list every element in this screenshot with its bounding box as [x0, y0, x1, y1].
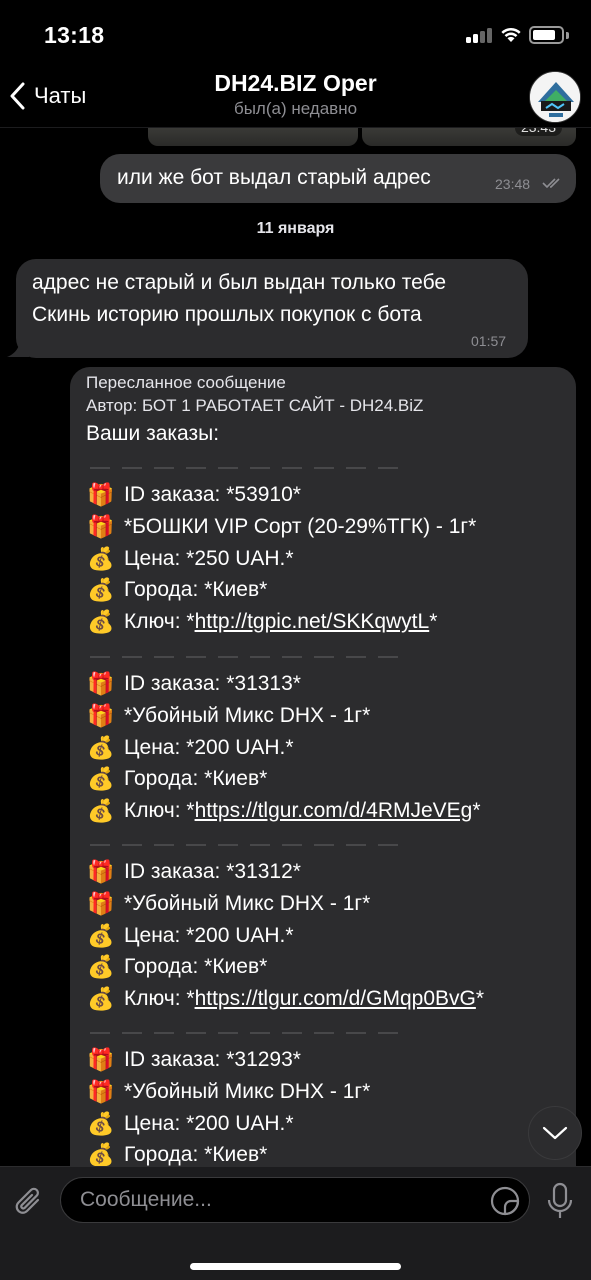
order-price-line: 💰 Цена: *200 UAH.* — [87, 923, 294, 948]
double-check-icon — [542, 178, 560, 189]
paperclip-icon[interactable] — [14, 1185, 46, 1219]
forwarded-label: Пересланное сообщение — [86, 373, 286, 392]
money-bag-icon: 💰 — [87, 1111, 115, 1136]
order-city-line: 💰 Города: *Киев* — [87, 1142, 268, 1166]
order-city-line: 💰 Города: *Киев* — [87, 577, 268, 602]
avatar[interactable] — [529, 71, 581, 123]
order-city-line: 💰 Города: *Киев* — [87, 954, 268, 979]
order-product-line: 🎁 *Убойный Микс DHX - 1г* — [87, 703, 371, 728]
nav-bar: Чаты DH24.BIZ Oper был(а) недавно — [0, 68, 591, 128]
dash-separator — [90, 1032, 398, 1034]
message-time: 23:48 — [495, 176, 531, 192]
battery-icon — [529, 26, 564, 44]
chat-title[interactable]: DH24.BIZ Oper — [0, 70, 591, 97]
gift-icon: 🎁 — [87, 482, 115, 507]
gift-icon: 🎁 — [87, 703, 115, 728]
forwarded-author[interactable]: Автор: БОТ 1 РАБОТАЕТ САЙТ - DH24.BiZ — [86, 396, 423, 416]
money-bag-icon: 💰 — [87, 735, 115, 760]
orders-heading: Ваши заказы: — [86, 422, 220, 445]
scroll-down-button[interactable] — [528, 1106, 582, 1160]
microphone-icon[interactable] — [546, 1182, 574, 1220]
order-id-line: 🎁 ID заказа: *31313* — [87, 671, 301, 696]
message-time: 01:57 — [471, 333, 507, 349]
dash-separator — [90, 656, 398, 658]
bubble-tail — [7, 333, 29, 357]
order-key-line: 💰 Ключ: * https://tlgur.com/d/4RMJeVEg * — [87, 798, 481, 823]
gift-icon: 🎁 — [87, 671, 115, 696]
money-bag-icon: 💰 — [87, 954, 115, 979]
chevron-down-icon — [542, 1126, 568, 1140]
order-product-line: 🎁 *Убойный Микс DHX - 1г* — [87, 891, 371, 916]
status-time: 13:18 — [44, 22, 105, 48]
message-text: или же бот выдал старый адрес — [117, 166, 431, 189]
dash-separator — [90, 467, 398, 469]
money-bag-icon: 💰 — [87, 546, 115, 571]
date-separator: 11 января — [256, 220, 335, 237]
order-id-line: 🎁 ID заказа: *53910* — [87, 482, 301, 507]
forwarded-message[interactable]: Пересланное сообщение Автор: БОТ 1 РАБОТ… — [70, 367, 576, 1166]
money-bag-icon: 💰 — [87, 1142, 115, 1166]
gift-icon: 🎁 — [87, 514, 115, 539]
order-price-line: 💰 Цена: *200 UAH.* — [87, 735, 294, 760]
order-product-line: 🎁 *БОШКИ VIP Сорт (20-29%ТГК) - 1г* — [87, 514, 477, 539]
status-bar: 13:18 — [0, 0, 591, 68]
message-input[interactable] — [60, 1177, 530, 1223]
order-id-line: 🎁 ID заказа: *31312* — [87, 859, 301, 884]
order-key-line: 💰 Ключ: * https://tlgur.com/d/GMqp0BvG * — [87, 986, 485, 1011]
money-bag-icon: 💰 — [87, 577, 115, 602]
wifi-icon — [501, 27, 521, 42]
money-bag-icon: 💰 — [87, 609, 115, 634]
signal-icon — [466, 27, 494, 43]
gift-icon: 🎁 — [87, 1079, 115, 1104]
message-line-1: адрес не старый и был выдан только тебе — [32, 271, 447, 294]
message-input-bar — [0, 1166, 591, 1280]
order-key-link[interactable]: http://tgpic.net/SKKqwytL — [195, 610, 430, 634]
order-price-line: 💰 Цена: *250 UAH.* — [87, 546, 294, 571]
sticker-icon[interactable] — [489, 1185, 521, 1217]
battery-tip — [566, 32, 569, 39]
chat-status: был(а) недавно — [233, 99, 358, 118]
order-product-line: 🎁 *Убойный Микс DHX - 1г* — [87, 1079, 371, 1104]
money-bag-icon: 💰 — [87, 986, 115, 1011]
home-indicator — [190, 1263, 401, 1270]
avatar-logo-icon — [530, 72, 580, 122]
money-bag-icon: 💰 — [87, 923, 115, 948]
gift-icon: 🎁 — [87, 859, 115, 884]
dash-separator — [90, 844, 398, 846]
money-bag-icon: 💰 — [87, 766, 115, 791]
outgoing-message[interactable]: или же бот выдал старый адрес 23:48 — [100, 154, 576, 203]
order-price-line: 💰 Цена: *200 UAH.* — [87, 1111, 294, 1136]
order-key-line: 💰 Ключ: * http://tgpic.net/SKKqwytL * — [87, 609, 438, 634]
message-line-2: Скинь историю прошлых покупок с бота — [32, 303, 422, 326]
order-id-line: 🎁 ID заказа: *31293* — [87, 1047, 301, 1072]
chat-history[interactable]: 23:43 или же бот выдал старый адрес 23:4… — [0, 0, 591, 1166]
order-city-line: 💰 Города: *Киев* — [87, 766, 268, 791]
gift-icon: 🎁 — [87, 1047, 115, 1072]
order-key-link[interactable]: https://tlgur.com/d/4RMJeVEg — [195, 799, 473, 823]
money-bag-icon: 💰 — [87, 798, 115, 823]
gift-icon: 🎁 — [87, 891, 115, 916]
incoming-message[interactable]: адрес не старый и был выдан только тебе … — [16, 259, 528, 358]
order-key-link[interactable]: https://tlgur.com/d/GMqp0BvG — [195, 987, 476, 1011]
